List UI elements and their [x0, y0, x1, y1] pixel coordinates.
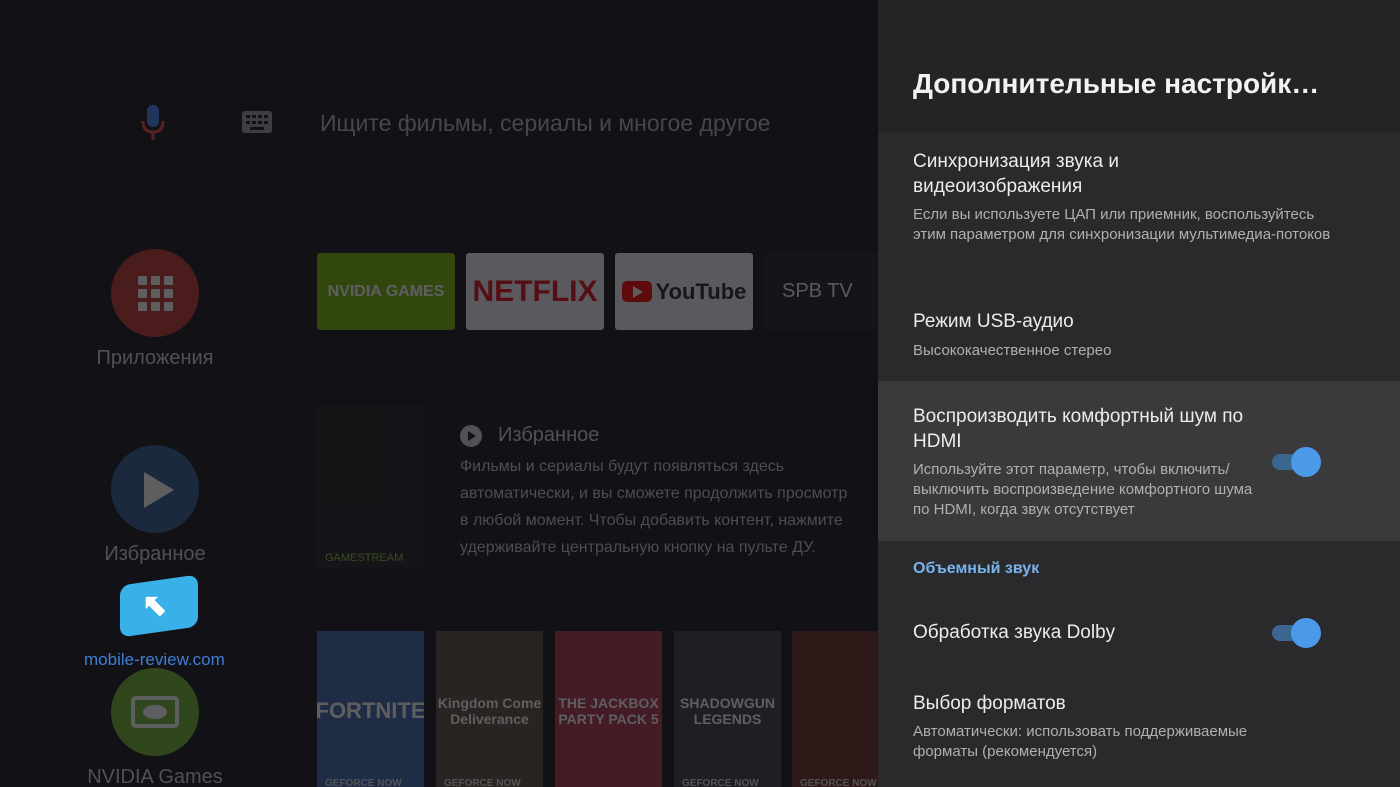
watermark-logo: ⬉ mobile-review.com — [84, 574, 234, 670]
setting-title: Воспроизводить комфортный шум по HDMI — [913, 406, 1244, 452]
app-tile-netflix[interactable]: NETFLIX — [466, 253, 604, 330]
favorites-description-line: Фильмы и сериалы будут появляться здесь — [460, 458, 785, 475]
setting-hdmi-comfort-noise[interactable]: Воспроизводить комфортный шум по HDMI Ис… — [878, 381, 1400, 541]
setting-subtitle: Высококачественное стерео — [913, 342, 1112, 359]
game-title: FORTNITE — [317, 698, 424, 723]
toggle-knob — [1291, 447, 1321, 477]
favorites-heading: Избранное — [460, 424, 599, 447]
favorites-description-line: автоматически, и вы сможете продолжить п… — [460, 485, 848, 502]
setting-av-sync[interactable]: Синхронизация звука и видеоизображения Е… — [878, 132, 1400, 282]
app-tile-youtube[interactable]: YouTube — [615, 253, 753, 330]
apps-button[interactable] — [111, 249, 199, 337]
game-badge: GEFORCE NOW — [444, 778, 521, 787]
game-tile[interactable]: FORTNITE GEFORCE NOW — [317, 631, 424, 787]
nvidia-games-button[interactable] — [111, 668, 199, 756]
keyboard-icon[interactable] — [242, 111, 272, 133]
sidebar-label-favorites: Избранное — [104, 543, 206, 565]
hdmi-comfort-noise-toggle[interactable] — [1272, 445, 1321, 477]
sidebar-label-apps: Приложения — [96, 347, 214, 369]
youtube-play-icon — [621, 281, 652, 302]
gamestream-label: GAMESTREAM — [325, 552, 404, 564]
setting-title: Синхронизация звука и видеоизображения — [913, 151, 1119, 197]
section-header-surround: Объемный звук — [913, 560, 1040, 577]
setting-dolby-processing[interactable]: Обработка звука Dolby — [878, 600, 1400, 670]
dolby-processing-toggle[interactable] — [1272, 616, 1321, 648]
game-tile[interactable]: THE JACKBOX PARTY PACK 5 — [555, 631, 662, 787]
favorites-title: Избранное — [498, 424, 600, 446]
sidebar-label-nvidia: NVIDIA Games — [87, 766, 223, 787]
setting-title: Обработка звука Dolby — [913, 622, 1116, 643]
microphone-icon[interactable] — [140, 105, 166, 141]
nvidia-icon — [131, 696, 179, 728]
setting-title: Выбор форматов — [913, 693, 1066, 714]
game-badge: GEFORCE NOW — [325, 778, 402, 787]
play-icon — [144, 472, 174, 508]
app-tile-label: SPB TV — [782, 280, 853, 302]
setting-subtitle: Автоматически: использовать поддерживаем… — [913, 723, 1248, 760]
setting-title: Режим USB-аудио — [913, 311, 1074, 332]
game-badge: GEFORCE NOW — [800, 778, 877, 787]
play-circle-icon — [460, 424, 482, 447]
game-badge: GEFORCE NOW — [682, 778, 759, 787]
setting-subtitle: Используйте этот параметр, чтобы включит… — [913, 461, 1253, 518]
settings-panel: Дополнительные настройк… Синхронизация з… — [878, 0, 1400, 787]
app-tile-nvidia-games[interactable]: NVIDIA GAMES — [317, 253, 455, 330]
home-screen-background: Ищите фильмы, сериалы и многое другое Пр… — [0, 0, 878, 787]
favorites-description-line: в любой момент. Чтобы добавить контент, … — [460, 512, 843, 529]
app-tile-spb-tv[interactable]: SPB TV — [764, 253, 878, 330]
game-tile[interactable]: GEFORCE NOW — [792, 631, 878, 787]
game-tile[interactable]: SHADOWGUN LEGENDS GEFORCE NOW — [674, 631, 781, 787]
watermark-arrow-icon: ⬉ — [142, 589, 168, 622]
toggle-knob — [1291, 618, 1321, 648]
favorites-description: Фильмы и сериалы будут появляться здесь … — [460, 453, 878, 561]
app-tile-label: NVIDIA GAMES — [327, 282, 445, 300]
panel-title: Дополнительные настройк… — [913, 68, 1320, 99]
favorites-button[interactable] — [111, 445, 199, 533]
app-tile-label: YouTube — [655, 278, 747, 304]
watermark-text: mobile-review.com — [84, 650, 225, 669]
game-title: Kingdom Come Deliverance — [437, 695, 542, 727]
apps-grid-icon — [138, 276, 174, 312]
setting-subtitle: Если вы используете ЦАП или приемник, во… — [913, 206, 1331, 243]
app-tile-label: NETFLIX — [472, 274, 598, 308]
setting-format-selection[interactable]: Выбор форматов Автоматически: использова… — [878, 680, 1400, 787]
game-title: SHADOWGUN LEGENDS — [680, 695, 775, 727]
setting-usb-audio[interactable]: Режим USB-аудио Высококачественное стере… — [878, 295, 1400, 380]
gamestream-card[interactable]: GAMESTREAM — [317, 406, 423, 568]
game-tile[interactable]: Kingdom Come Deliverance GEFORCE NOW — [436, 631, 543, 787]
search-placeholder[interactable]: Ищите фильмы, сериалы и многое другое — [320, 110, 770, 137]
game-title: THE JACKBOX PARTY PACK 5 — [558, 695, 659, 727]
favorites-description-line: удерживайте центральную кнопку на пульте… — [460, 539, 816, 556]
